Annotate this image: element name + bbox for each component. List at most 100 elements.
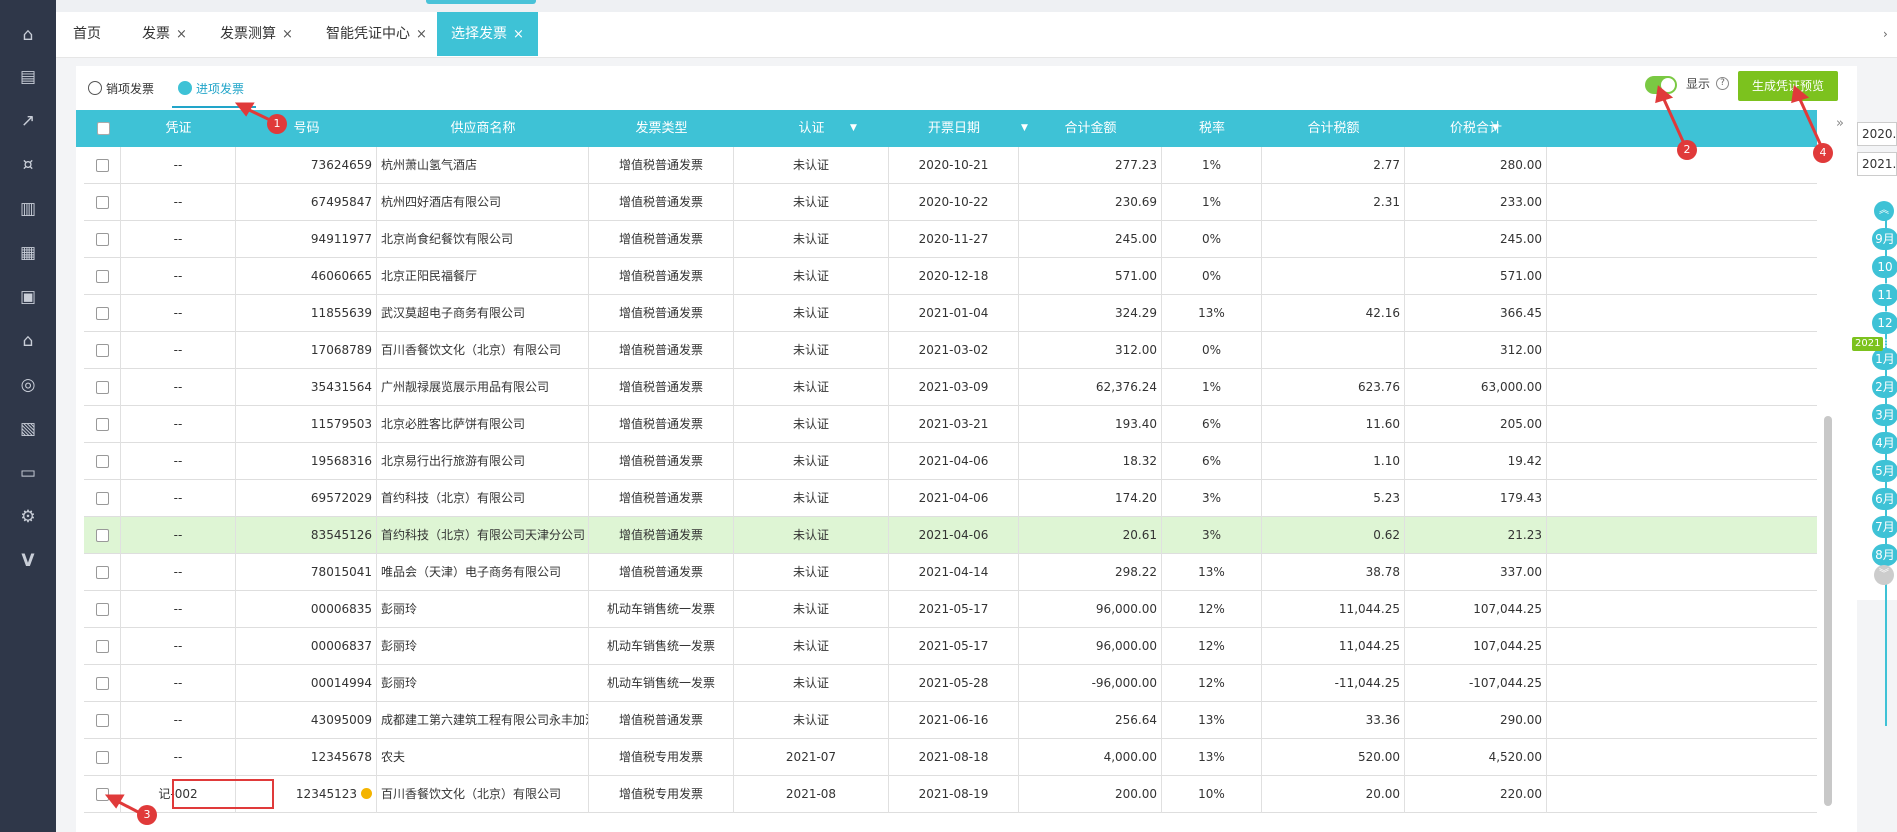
month-bubble[interactable]: 4月 (1872, 432, 1897, 454)
row-checkbox-cell[interactable] (84, 406, 121, 443)
date-to-input[interactable]: 2021.0 (1857, 152, 1897, 176)
row-checkbox[interactable] (95, 196, 109, 209)
inbox-icon[interactable]: ▭ (17, 462, 39, 484)
table-row[interactable]: -- 00006835 彭丽玲 机动车销售统一发票 未认证 2021-05-17 96,00… (84, 591, 1817, 628)
home-icon[interactable]: ⌂ (17, 24, 39, 46)
row-checkbox[interactable] (95, 640, 109, 653)
row-checkbox[interactable] (95, 492, 109, 505)
month-bubble[interactable]: 10月 (1872, 256, 1897, 296)
row-checkbox[interactable] (95, 344, 109, 357)
row-checkbox[interactable] (95, 751, 109, 764)
invoice-icon[interactable]: ▤ (17, 66, 39, 88)
tab-smart-voucher-center[interactable]: 智能凭证中心 × (326, 12, 427, 56)
month-bubble[interactable]: 11月 (1872, 284, 1897, 324)
row-checkbox[interactable] (95, 307, 109, 320)
table-row[interactable]: -- 00014994 彭丽玲 机动车销售统一发票 未认证 2021-05-28 -96,0… (84, 665, 1817, 702)
month-bubble[interactable]: 2月 (1872, 376, 1897, 398)
row-checkbox-cell[interactable] (84, 221, 121, 258)
select-all-checkbox[interactable] (97, 122, 110, 135)
money-bag-icon[interactable]: ¤ (17, 154, 39, 176)
tab-invoice[interactable]: 发票 × (142, 12, 187, 56)
row-checkbox-cell[interactable] (84, 517, 121, 554)
row-checkbox-cell[interactable] (84, 480, 121, 517)
row-checkbox-cell[interactable] (84, 147, 121, 184)
row-checkbox[interactable] (95, 566, 109, 579)
timeline-up-icon[interactable]: ︽ (1874, 201, 1894, 221)
warehouse-icon[interactable]: ⌂ (17, 330, 39, 352)
voucher-icon[interactable]: ▧ (17, 418, 39, 440)
month-bubble[interactable]: 1月 (1872, 348, 1897, 370)
vertical-scrollbar[interactable] (1824, 416, 1832, 806)
table-row[interactable]: -- 67495847 杭州四好酒店有限公司 增值税普通发票 未认证 2020-10-22… (84, 184, 1817, 221)
timeline-down-icon[interactable]: ︾ (1874, 565, 1894, 585)
help-icon[interactable]: ? (1716, 77, 1729, 90)
month-bubble[interactable]: 8月 (1872, 544, 1897, 566)
row-checkbox-cell[interactable] (84, 369, 121, 406)
month-bubble[interactable]: 9月 (1872, 228, 1897, 250)
row-checkbox-cell[interactable] (84, 628, 121, 665)
row-checkbox[interactable] (95, 677, 109, 690)
table-row[interactable]: -- 69572029 首约科技（北京）有限公司 增值税普通发票 未认证 2021-04-… (84, 480, 1817, 517)
generate-voucher-preview-button[interactable]: 生成凭证预览 (1738, 71, 1838, 101)
report-icon[interactable]: ▦ (17, 242, 39, 264)
v-logo-icon[interactable]: V (17, 550, 39, 572)
close-icon[interactable]: × (513, 27, 524, 42)
row-checkbox[interactable] (95, 714, 109, 727)
table-row[interactable]: -- 35431564 广州靓禄展览展示用品有限公司 增值税普通发票 未认证 2021-0… (84, 369, 1817, 406)
row-checkbox[interactable] (95, 455, 109, 468)
row-checkbox-cell[interactable] (84, 554, 121, 591)
row-checkbox-cell[interactable] (84, 258, 121, 295)
table-row[interactable]: -- 73624659 杭州萧山氢气酒店 增值税普通发票 未认证 2020-10-21 27… (84, 147, 1817, 184)
row-checkbox-cell[interactable] (84, 739, 121, 776)
row-checkbox-cell[interactable] (84, 702, 121, 739)
gear-icon[interactable]: ⚙ (17, 506, 39, 528)
coins-icon[interactable]: ◎ (17, 374, 39, 396)
tab-select-invoice[interactable]: 选择发票 × (437, 12, 538, 56)
subtab-purchase-invoice[interactable]: 进项发票 (172, 70, 256, 108)
row-checkbox[interactable] (95, 788, 109, 801)
table-row[interactable]: -- 43095009 成都建工第六建筑工程有限公司永丰加油站 增值税普通发票 未认证 2… (84, 702, 1817, 739)
month-bubble[interactable]: 12月 (1872, 312, 1897, 352)
table-row[interactable]: -- 78015041 唯品会（天津）电子商务有限公司 增值税普通发票 未认证 2021-… (84, 554, 1817, 591)
tab-overflow-icon[interactable]: › (1883, 12, 1897, 56)
row-checkbox-cell[interactable] (84, 665, 121, 702)
table-row[interactable]: -- 94911977 北京尚食纪餐饮有限公司 增值税普通发票 未认证 2020-11-2… (84, 221, 1817, 258)
table-row[interactable]: -- 46060665 北京正阳民福餐厅 增值税普通发票 未认证 2020-12-18 57… (84, 258, 1817, 295)
close-icon[interactable]: × (282, 27, 293, 42)
tab-invoice-calc[interactable]: 发票测算 × (220, 12, 293, 56)
col-certification[interactable]: 认证 (734, 110, 889, 147)
row-checkbox-cell[interactable] (84, 776, 121, 813)
row-checkbox[interactable] (95, 159, 109, 172)
row-checkbox[interactable] (95, 270, 109, 283)
month-bubble[interactable]: 6月 (1872, 488, 1897, 510)
row-checkbox[interactable] (95, 381, 109, 394)
table-row[interactable]: -- 12345678 农夫 增值税专用发票 2021-07 2021-08-18 4,00… (84, 739, 1817, 776)
store-icon[interactable]: ▣ (17, 286, 39, 308)
table-row[interactable]: -- 00006837 彭丽玲 机动车销售统一发票 未认证 2021-05-17 96,00… (84, 628, 1817, 665)
row-checkbox[interactable] (95, 529, 109, 542)
tab-home[interactable]: 首页 (73, 12, 101, 56)
row-checkbox-cell[interactable] (84, 591, 121, 628)
row-checkbox-cell[interactable] (84, 184, 121, 221)
table-row[interactable]: 记-002 12345123 百川香餐饮文化（北京）有限公司 增值税专用发票 2021-… (84, 776, 1817, 813)
table-row[interactable]: -- 11579503 北京必胜客比萨饼有限公司 增值税普通发票 未认证 2021-03-… (84, 406, 1817, 443)
row-checkbox[interactable] (95, 233, 109, 246)
month-bubble[interactable]: 5月 (1872, 460, 1897, 482)
col-invoice-type[interactable]: 发票类型 (589, 110, 734, 147)
row-checkbox-cell[interactable] (84, 295, 121, 332)
month-bubble[interactable]: 3月 (1872, 404, 1897, 426)
table-row[interactable]: -- 83545126 首约科技（北京）有限公司天津分公司 增值税普通发票 未认证 202… (84, 517, 1817, 554)
collapse-panel-icon[interactable]: » (1836, 116, 1844, 131)
show-toggle[interactable] (1645, 76, 1677, 94)
subtab-sales-invoice[interactable]: 销项发票 (84, 70, 166, 108)
table-row[interactable]: -- 19568316 北京易行出行旅游有限公司 增值税普通发票 未认证 2021-04-… (84, 443, 1817, 480)
table-row[interactable]: -- 17068789 百川香餐饮文化（北京）有限公司 增值税普通发票 未认证 2021-… (84, 332, 1817, 369)
row-checkbox-cell[interactable] (84, 332, 121, 369)
col-tax-rate[interactable]: 税率 (1162, 110, 1262, 147)
month-bubble[interactable]: 7月 (1872, 516, 1897, 538)
table-row[interactable]: -- 11855639 武汉莫超电子商务有限公司 增值税普通发票 未认证 2021-01-… (84, 295, 1817, 332)
row-checkbox[interactable] (95, 603, 109, 616)
chart-icon[interactable]: ↗ (17, 110, 39, 132)
row-checkbox[interactable] (95, 418, 109, 431)
row-checkbox-cell[interactable] (84, 443, 121, 480)
